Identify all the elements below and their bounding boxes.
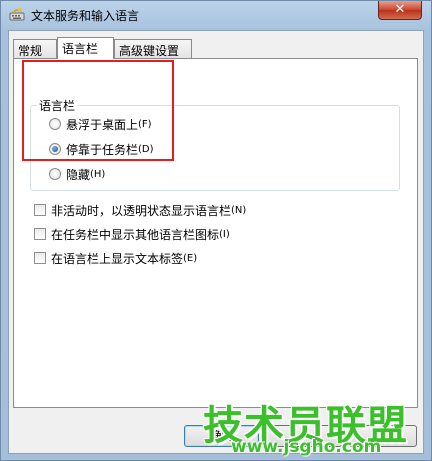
checkbox-label: 在语言栏上显示文本标签: [51, 251, 184, 266]
radio-label: 悬浮于桌面上: [66, 117, 139, 132]
dialog-window: 文本服务和输入语言 ✕ 常规 语言栏 高级键设置 语言栏 悬浮于桌面上 (F) …: [0, 0, 432, 461]
dialog-client-area: 常规 语言栏 高级键设置 语言栏 悬浮于桌面上 (F) 停靠于任务栏 (D) 隐…: [8, 30, 424, 454]
cancel-button[interactable]: [267, 425, 342, 447]
checkbox[interactable]: [34, 228, 46, 240]
radio-button-selected[interactable]: [49, 143, 61, 155]
shortcut-hint: (E): [183, 252, 198, 264]
radio-label: 隐藏: [66, 167, 91, 182]
ok-button[interactable]: 确定: [184, 425, 259, 447]
checkbox-show-extra-icons-in-taskbar[interactable]: 在任务栏中显示其他语言栏图标 (I): [34, 226, 230, 242]
checkbox[interactable]: [34, 204, 46, 216]
radio-hidden[interactable]: 隐藏 (H): [49, 166, 105, 182]
radio-dock-in-taskbar[interactable]: 停靠于任务栏 (D): [49, 141, 154, 157]
keyboard-icon: [9, 8, 25, 21]
shortcut-hint: (H): [90, 168, 106, 180]
checkbox-label: 非活动时，以透明状态显示语言栏: [51, 203, 232, 218]
checkbox-transparent-when-inactive[interactable]: 非活动时，以透明状态显示语言栏 (N): [34, 202, 246, 218]
window-title: 文本服务和输入语言: [31, 9, 140, 23]
tab-general[interactable]: 常规: [13, 39, 57, 58]
checkbox[interactable]: [34, 252, 46, 264]
apply-button[interactable]: [349, 425, 417, 447]
shortcut-hint: (N): [231, 204, 247, 216]
tab-language-bar[interactable]: 语言栏: [57, 37, 114, 59]
checkbox-label: 在任务栏中显示其他语言栏图标: [51, 227, 220, 242]
group-label: 语言栏: [37, 97, 78, 114]
shortcut-hint: (D): [138, 143, 154, 155]
radio-label: 停靠于任务栏: [66, 142, 139, 157]
checkbox-show-text-labels[interactable]: 在语言栏上显示文本标签 (E): [34, 250, 197, 266]
shortcut-hint: (I): [219, 228, 230, 240]
radio-float-on-desktop[interactable]: 悬浮于桌面上 (F): [49, 116, 152, 132]
title-bar[interactable]: 文本服务和输入语言 ✕: [1, 1, 431, 28]
close-button[interactable]: ✕: [378, 1, 422, 20]
tab-page-language-bar: 语言栏 悬浮于桌面上 (F) 停靠于任务栏 (D) 隐藏 (H) 非活动时，以透…: [13, 58, 418, 408]
tab-advanced-key-settings[interactable]: 高级键设置: [114, 39, 192, 58]
radio-button[interactable]: [49, 168, 61, 180]
radio-button[interactable]: [49, 118, 61, 130]
language-bar-groupbox: 语言栏 悬浮于桌面上 (F) 停靠于任务栏 (D) 隐藏 (H): [30, 97, 400, 191]
shortcut-hint: (F): [138, 118, 152, 130]
